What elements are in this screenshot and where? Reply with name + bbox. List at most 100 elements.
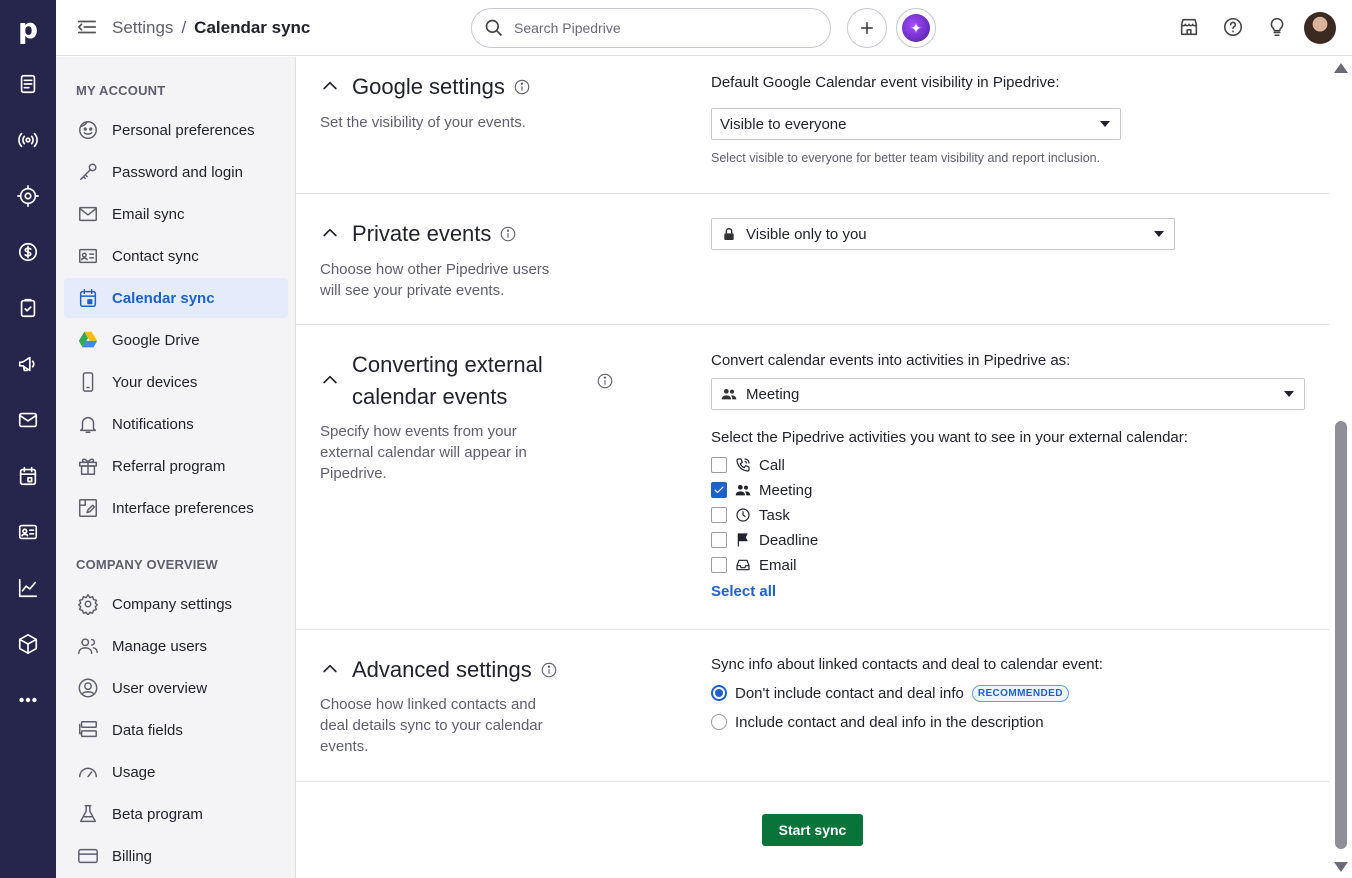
activity-checkbox-task[interactable]: Task [711,504,790,526]
section-title: Google settings [352,74,505,99]
sidebar-item-notifications[interactable]: Notifications [64,404,288,444]
sidebar-item-user-overview[interactable]: User overview [64,668,288,708]
activity-checkbox-call[interactable]: Call [711,454,785,476]
sidebar-item-manage-users[interactable]: Manage users [64,626,288,666]
google-settings-section: Google settings Set the visibility of yo… [296,57,1329,194]
sidebar-item-email-sync[interactable]: Email sync [64,194,288,234]
advanced-settings-section: Advanced settings Choose how linked cont… [296,630,1329,782]
select-all-link[interactable]: Select all [711,583,776,600]
user-avatar[interactable] [1304,12,1336,44]
products-box-icon[interactable] [14,630,42,658]
sidebar-item-label: Company settings [112,595,233,613]
leads-icon[interactable] [14,70,42,98]
radio-label: Don't include contact and deal info [735,684,964,702]
ai-assistant-button[interactable]: ✦ [896,8,936,48]
chevron-up-icon[interactable] [320,223,342,245]
converting-events-header[interactable]: Converting external calendar events [320,349,614,413]
pipedrive-logo[interactable]: p [0,0,56,56]
sidebar-item-data-fields[interactable]: Data fields [64,710,288,750]
field-label: Sync info about linked contacts and deal… [711,656,1103,673]
section-title-line: Converting external [352,352,543,377]
top-bar: Settings / Calendar sync ✦ [56,0,1352,56]
phone-call-icon [735,457,751,473]
inbox-icon [735,557,751,573]
checkmark-icon [714,486,724,494]
search-input[interactable] [514,20,814,36]
sidebar-item-company-settings[interactable]: Company settings [64,584,288,624]
section-description: Choose how linked contacts and deal deta… [320,694,543,757]
campaigns-megaphone-icon[interactable] [14,350,42,378]
chevron-up-icon[interactable] [320,370,342,392]
checkbox-label: Email [759,556,797,574]
sidebar-item-usage[interactable]: Usage [64,752,288,792]
checkbox[interactable] [711,457,727,473]
activity-checkbox-meeting[interactable]: Meeting [711,479,812,501]
radio-selected[interactable] [711,685,727,701]
checkbox[interactable] [711,507,727,523]
sidebar-item-label: Notifications [112,415,194,433]
checkbox-checked[interactable] [711,482,727,498]
search-box[interactable] [471,8,831,48]
radio[interactable] [711,714,727,730]
sidebar-item-contact-sync[interactable]: Contact sync [64,236,288,276]
sidebar-item-beta-program[interactable]: Beta program [64,794,288,834]
sidebar-item-billing[interactable]: Billing [64,836,288,876]
target-icon[interactable] [14,182,42,210]
scrollbar-thumb[interactable] [1335,421,1347,849]
info-icon[interactable] [540,661,558,679]
convert-activity-type-select[interactable]: Meeting [711,378,1305,410]
radio-exclude-contact-info[interactable]: Don't include contact and deal info RECO… [711,682,1069,704]
broadcast-icon[interactable] [14,126,42,154]
activity-checkbox-deadline[interactable]: Deadline [711,529,818,551]
sidebar-item-interface-preferences[interactable]: Interface preferences [64,488,288,528]
checkbox[interactable] [711,532,727,548]
google-settings-header[interactable]: Google settings [320,74,531,100]
google-visibility-select[interactable]: Visible to everyone [711,108,1121,140]
chevron-up-icon[interactable] [320,76,342,98]
checkbox[interactable] [711,557,727,573]
sidebar-item-personal-preferences[interactable]: Personal preferences [64,110,288,150]
activities-clipboard-icon[interactable] [14,294,42,322]
menu-collapse-icon[interactable] [76,16,100,40]
sidebar-item-calendar-sync[interactable]: Calendar sync [64,278,288,318]
select-value: Visible only to you [746,225,867,243]
sidebar-item-referral-program[interactable]: Referral program [64,446,288,486]
field-label: Convert calendar events into activities … [711,352,1071,369]
mail-icon[interactable] [14,406,42,434]
lightbulb-icon[interactable] [1266,16,1290,40]
scroll-up-arrow-icon[interactable] [1334,63,1348,73]
chevron-up-icon[interactable] [320,659,342,681]
activity-checkbox-email[interactable]: Email [711,554,797,576]
contacts-card-icon[interactable] [14,518,42,546]
field-label: Select the Pipedrive activities you want… [711,429,1188,446]
plus-icon [861,22,873,34]
sidebar-item-your-devices[interactable]: Your devices [64,362,288,402]
sidebar-item-label: Billing [112,847,153,865]
marketplace-icon[interactable] [1178,16,1202,40]
info-icon[interactable] [499,225,517,243]
add-button[interactable] [847,8,887,48]
data-fields-icon [76,718,100,742]
breadcrumb-settings[interactable]: Settings [112,18,173,38]
sparkle-icon: ✦ [902,14,930,42]
radio-include-contact-info[interactable]: Include contact and deal info in the des… [711,711,1044,733]
sidebar-item-google-drive[interactable]: Google Drive [64,320,288,360]
help-icon[interactable] [1222,16,1246,40]
info-icon[interactable] [596,372,614,390]
sidebar-item-password-login[interactable]: Password and login [64,152,288,192]
radio-label: Include contact and deal info in the des… [735,713,1044,731]
deals-dollar-icon[interactable] [14,238,42,266]
scrollbar[interactable] [1330,57,1352,878]
private-events-select[interactable]: Visible only to you [711,218,1175,250]
info-icon[interactable] [513,78,531,96]
calendar-rail-icon[interactable] [14,462,42,490]
scroll-down-arrow-icon[interactable] [1334,862,1348,872]
private-events-header[interactable]: Private events [320,221,517,247]
more-icon[interactable] [14,686,42,714]
advanced-settings-header[interactable]: Advanced settings [320,657,558,683]
description-line: will see your private events. [320,282,505,299]
caret-down-icon [1100,121,1110,127]
insights-chart-icon[interactable] [14,574,42,602]
start-sync-button[interactable]: Start sync [762,814,863,846]
sidebar-item-label: User overview [112,679,208,697]
